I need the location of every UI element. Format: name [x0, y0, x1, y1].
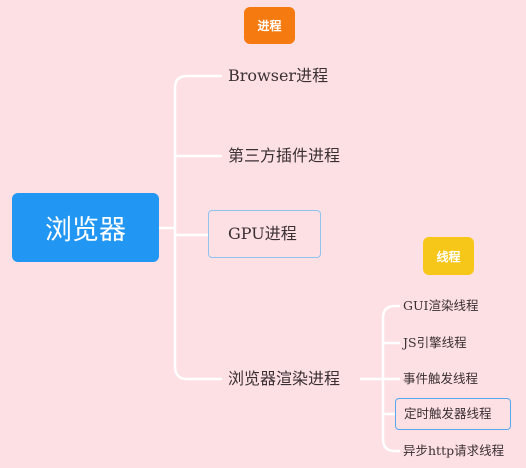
- thread-node-event[interactable]: 事件触发线程: [403, 371, 478, 387]
- thread-tag: 线程: [423, 237, 474, 275]
- process-node-plugin[interactable]: 第三方插件进程: [228, 146, 340, 166]
- process-tag: 进程: [244, 7, 295, 44]
- thread-node-js-engine[interactable]: JS引擎线程: [403, 335, 467, 351]
- process-node-renderer[interactable]: 浏览器渲染进程: [228, 369, 340, 389]
- thread-node-timer[interactable]: 定时触发器线程: [395, 398, 511, 430]
- root-node-browser[interactable]: 浏览器: [12, 193, 159, 262]
- thread-node-gui[interactable]: GUI渲染线程: [403, 298, 478, 314]
- process-node-browser[interactable]: Browser进程: [228, 66, 328, 86]
- process-node-gpu[interactable]: GPU进程: [208, 210, 321, 258]
- thread-node-async-http[interactable]: 异步http请求线程: [403, 443, 504, 459]
